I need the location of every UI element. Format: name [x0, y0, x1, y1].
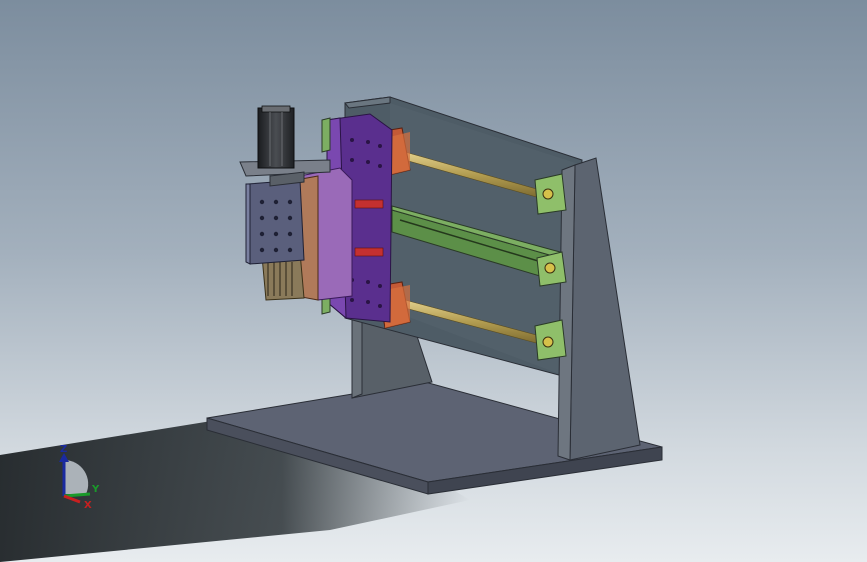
triad-x-axis: [63, 494, 81, 504]
coordinate-triad[interactable]: Z Y X: [52, 440, 102, 515]
triad-arc: [64, 459, 89, 494]
triad-x-label: X: [84, 500, 92, 511]
lower-rod-end-bolt: [542, 336, 554, 348]
stepper-motor[interactable]: [257, 105, 295, 169]
triad-y-label: Y: [91, 484, 100, 495]
graphics-viewport[interactable]: Z Y X: [0, 0, 867, 562]
right-upright-support[interactable]: [557, 157, 641, 461]
upper-rod-end-bolt: [542, 188, 554, 200]
triad-z-label: Z: [60, 444, 67, 455]
rail-end-bolt: [544, 262, 556, 274]
triad-y-axis: [63, 492, 91, 498]
cad-model-scene[interactable]: [0, 0, 867, 562]
front-mount-plate[interactable]: [245, 179, 305, 265]
